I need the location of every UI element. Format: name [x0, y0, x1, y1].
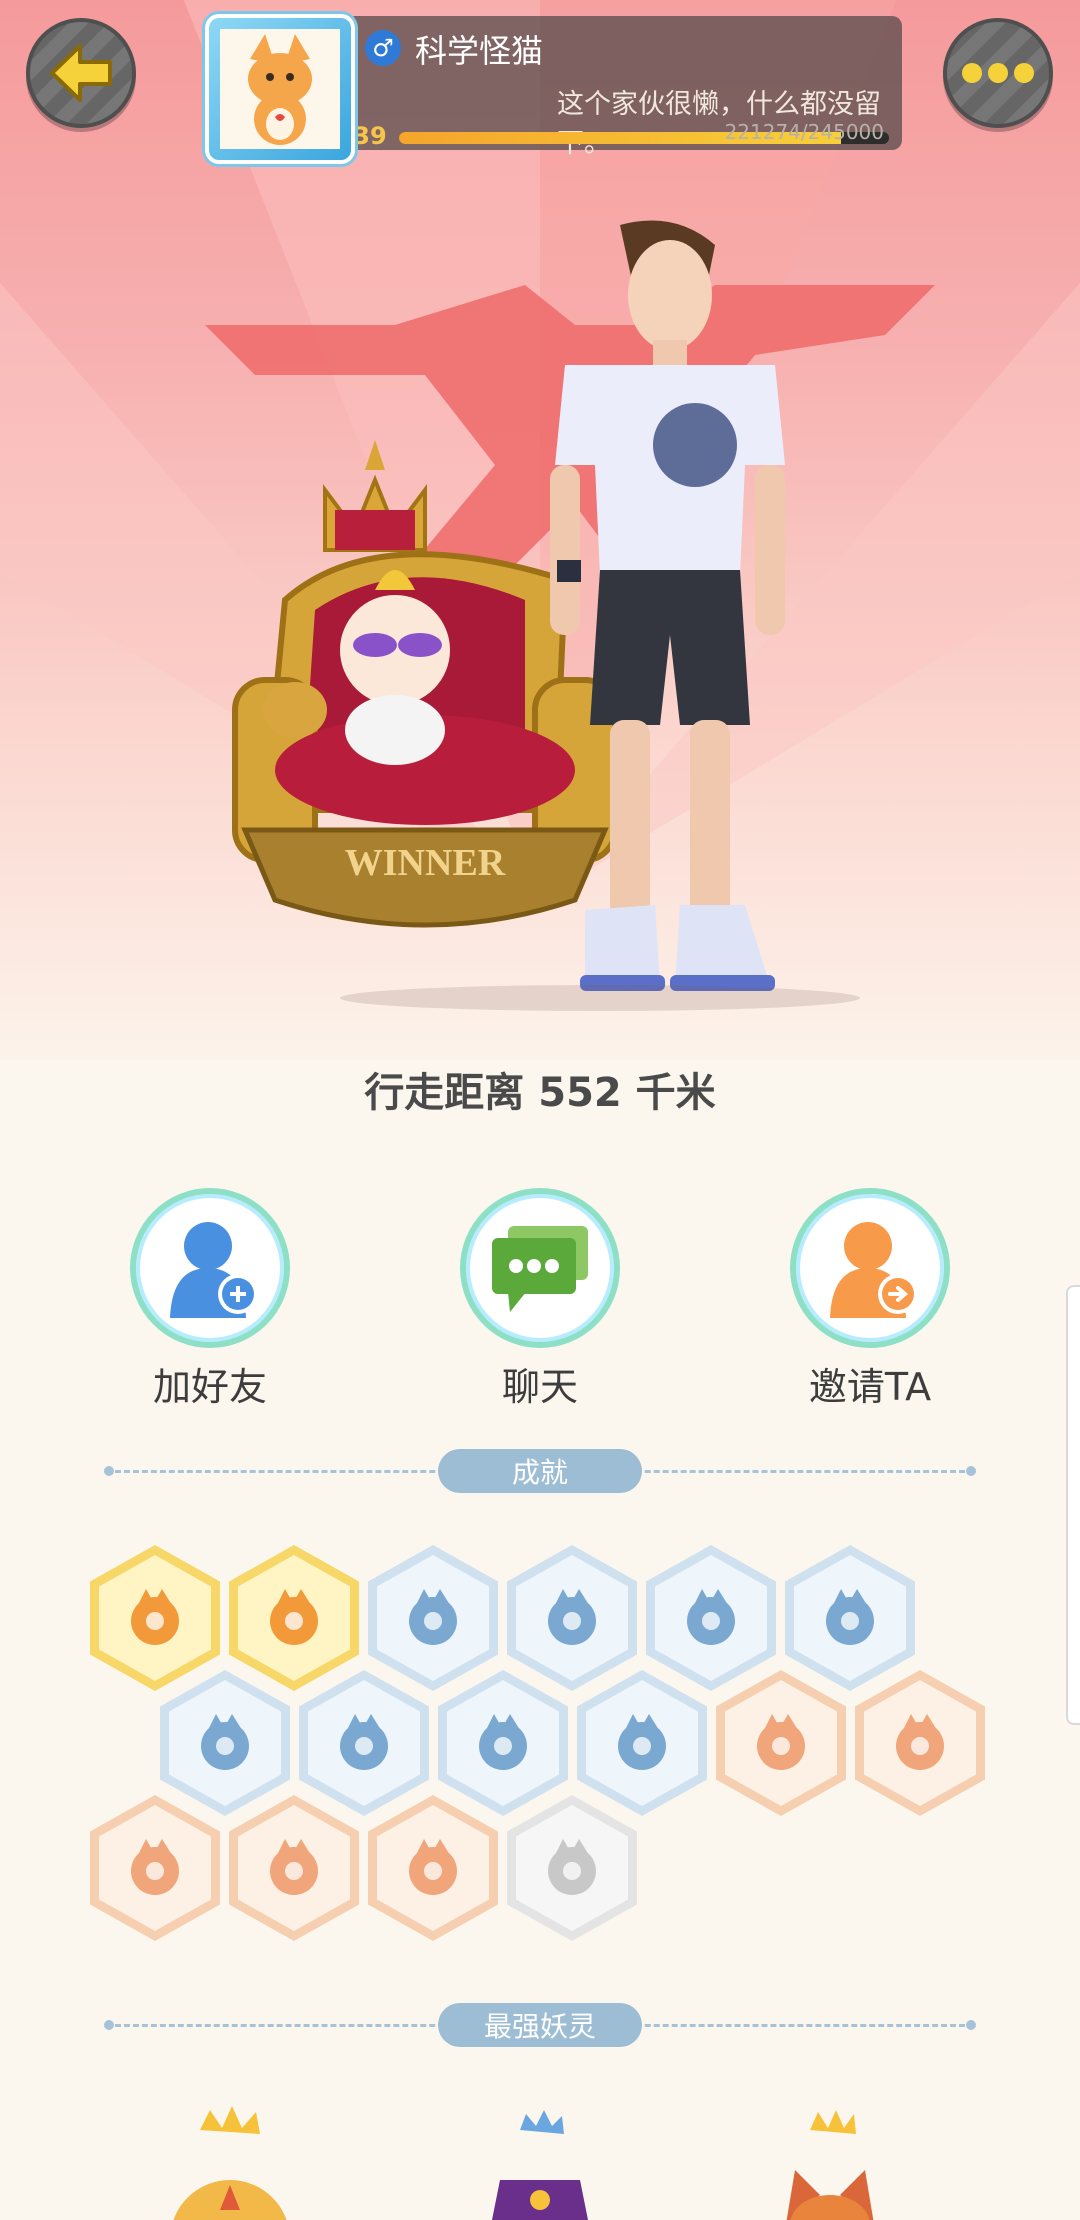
add-friend-circle [130, 1188, 290, 1348]
profile-card: ♂ 科学怪猫 这个家伙很懒，什么都没留下。 39 221274/245000 [205, 14, 902, 164]
divider-dot [104, 1466, 114, 1476]
achievement-badge[interactable] [646, 1545, 776, 1691]
more-button[interactable] [943, 18, 1053, 128]
add-friend-icon [170, 1222, 258, 1318]
fox-avatar-icon [220, 29, 340, 149]
badge-inner [864, 1680, 976, 1806]
yinyang-scroll-badge-icon [479, 1714, 527, 1770]
more-dots-icon [962, 63, 1034, 83]
badge-inner [377, 1555, 489, 1681]
achievement-badge[interactable] [229, 1545, 359, 1691]
spirit-slot-2[interactable] [470, 2100, 610, 2220]
male-icon: ♂ [365, 30, 401, 66]
chat-button[interactable]: 聊天 [440, 1188, 640, 1411]
xp-value: 221274/245000 [724, 120, 884, 144]
badge-inner [794, 1555, 906, 1681]
divider-dot [104, 2020, 114, 2030]
invite-circle [790, 1188, 950, 1348]
nickname: 科学怪猫 [415, 32, 544, 70]
yinyang-comet-badge-icon [270, 1589, 318, 1645]
badge-inner [377, 1805, 489, 1931]
achievement-badge[interactable] [438, 1670, 568, 1816]
spirit-slot-3[interactable] [760, 2100, 900, 2220]
moon-phase-badge-icon [687, 1589, 735, 1645]
badge-inner [99, 1805, 211, 1931]
strongest-spirit-title: 最强妖灵 [438, 2003, 642, 2047]
back-button[interactable] [26, 18, 136, 128]
achievement-badge[interactable] [785, 1545, 915, 1691]
badge-inner [655, 1555, 767, 1681]
crown-icon [786, 2110, 874, 2220]
divider-dot [966, 2020, 976, 2030]
profile-info-panel: ♂ 科学怪猫 这个家伙很懒，什么都没留下。 39 221274/245000 [345, 16, 902, 159]
monkey-flame-badge-icon [757, 1714, 805, 1770]
invite-label: 邀请TA [808, 1365, 932, 1409]
cat-cart-badge-icon [896, 1714, 944, 1770]
avatar[interactable] [205, 14, 355, 164]
achievements-title: 成就 [438, 1449, 642, 1493]
ground-shadow [340, 985, 860, 1011]
invite-icon [830, 1222, 918, 1318]
badge-inner [516, 1805, 628, 1931]
add-friend-button[interactable]: 加好友 [110, 1188, 310, 1411]
badge-inner [238, 1555, 350, 1681]
player-character [550, 220, 785, 991]
twin-cats-badge-icon [409, 1839, 457, 1895]
chat-label: 聊天 [501, 1365, 578, 1409]
achievement-badge[interactable] [368, 1795, 498, 1941]
badge-inner [725, 1680, 837, 1806]
badge-inner [586, 1680, 698, 1806]
dragon-wave-badge-icon [618, 1714, 666, 1770]
badge-inner [169, 1680, 281, 1806]
ox-pedestal-badge-icon [270, 1839, 318, 1895]
achievement-badge[interactable] [90, 1545, 220, 1691]
orb-badge-icon [826, 1589, 874, 1645]
strongest-spirit-list [0, 2100, 1080, 2220]
badge-inner [238, 1805, 350, 1931]
achievements-divider: 成就 [104, 1449, 976, 1493]
side-drawer-handle[interactable] [1066, 1285, 1080, 1725]
badge-inner [99, 1555, 211, 1681]
cat-moon-badge-icon [131, 1589, 179, 1645]
achievement-badge[interactable] [507, 1795, 637, 1941]
achievement-badge[interactable] [716, 1670, 846, 1816]
add-friend-label: 加好友 [152, 1365, 267, 1409]
badge-inner [516, 1555, 628, 1681]
achievement-badge[interactable] [507, 1545, 637, 1691]
fox-spirit-badge-icon [340, 1714, 388, 1770]
achievement-badge[interactable] [160, 1670, 290, 1816]
achievement-badges [0, 1545, 1080, 1945]
achievement-badge[interactable] [855, 1670, 985, 1816]
achievement-badge[interactable] [368, 1545, 498, 1691]
spirit-slot-1[interactable] [160, 2100, 300, 2220]
crown-icon [173, 2106, 287, 2220]
scroll-seal-badge-icon [131, 1839, 179, 1895]
divider-dot [966, 1466, 976, 1476]
achievement-badge[interactable] [299, 1670, 429, 1816]
achievement-badge[interactable] [577, 1670, 707, 1816]
crown-icon [492, 2110, 588, 2220]
wolf-book-badge-icon [548, 1839, 596, 1895]
strongest-spirit-divider: 最强妖灵 [104, 2003, 976, 2047]
chat-circle [460, 1188, 620, 1348]
throne-winner-label: WINNER [345, 842, 506, 884]
badge-inner [308, 1680, 420, 1806]
character-scene: WINNER [0, 0, 1080, 1060]
portal-badge-icon [548, 1589, 596, 1645]
chat-icon [492, 1226, 588, 1312]
sneaker-badge-icon [409, 1589, 457, 1645]
achievement-badge[interactable] [229, 1795, 359, 1941]
invite-button[interactable]: 邀请TA [770, 1188, 970, 1411]
crystal-badge-icon [201, 1714, 249, 1770]
action-bar: 加好友 聊天 邀请TA [0, 1188, 1080, 1411]
achievement-badge[interactable] [90, 1795, 220, 1941]
walk-distance: 行走距离 552 千米 [364, 1070, 716, 1116]
badge-inner [447, 1680, 559, 1806]
arrow-left-icon [50, 44, 112, 102]
